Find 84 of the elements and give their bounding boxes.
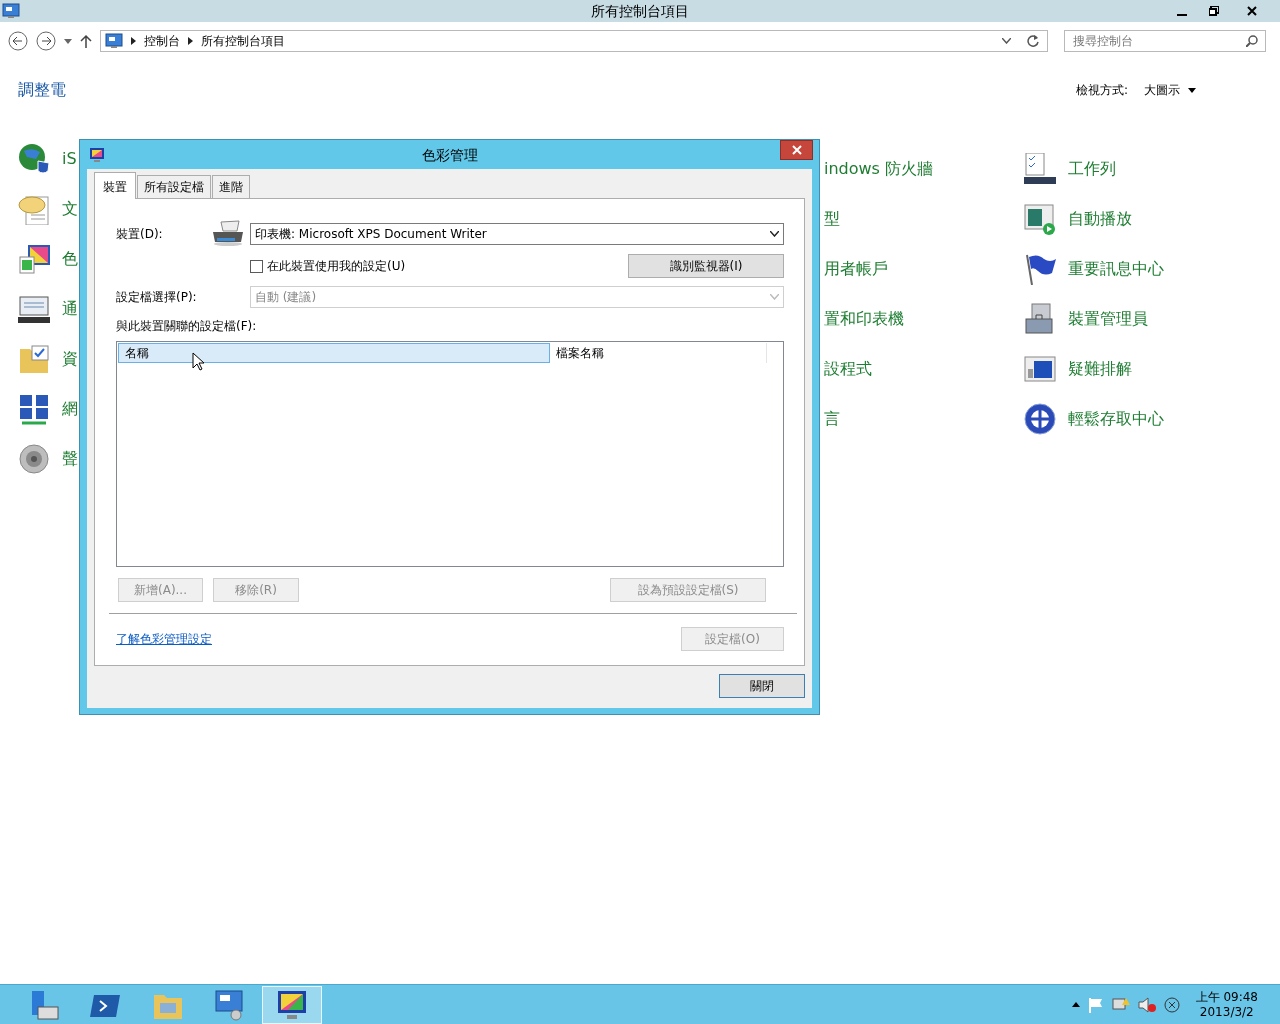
control-panel-item[interactable]: 疑難排解: [1068, 357, 1132, 381]
caret-icon: [1188, 87, 1196, 93]
monitor-icon: [276, 988, 308, 1021]
taskbar-button[interactable]: [262, 985, 322, 1024]
close-button[interactable]: [780, 140, 813, 160]
device-dropdown[interactable]: 印表機: Microsoft XPS Document Writer: [250, 223, 784, 245]
back-button[interactable]: [8, 31, 28, 51]
close-icon: [1247, 6, 1257, 16]
toolbox-icon: [1024, 303, 1056, 335]
network-icon: [18, 393, 50, 425]
view-by-label: 檢視方式:: [1075, 82, 1128, 99]
color-swatch-icon: [18, 243, 50, 275]
control-panel-icon: [105, 33, 123, 49]
tab[interactable]: 裝置: [94, 172, 136, 199]
control-panel-item[interactable]: 色: [62, 247, 78, 271]
refresh-icon[interactable]: [1027, 35, 1039, 47]
printer-icon: [211, 220, 245, 248]
control-panel-item[interactable]: 置和印表機: [824, 307, 904, 331]
caret-up-icon[interactable]: [1071, 1002, 1080, 1007]
control-panel-item[interactable]: 裝置管理員: [1068, 307, 1148, 331]
chevron-icon: [131, 37, 136, 45]
globe-icon: [18, 143, 50, 175]
checklist-icon: [1024, 153, 1056, 185]
chevron-icon: [188, 37, 193, 45]
control-panel-item[interactable]: 工作列: [1068, 157, 1116, 181]
control-panel-item[interactable]: 設程式: [824, 357, 872, 381]
field-label: 裝置(D):: [116, 226, 164, 243]
caret-icon: [770, 231, 779, 237]
folder-icon: [18, 343, 50, 375]
view-by-dropdown[interactable]: 大圖示: [1144, 81, 1196, 99]
tab[interactable]: 進階: [212, 175, 250, 198]
search-field[interactable]: 搜尋控制台: [1064, 30, 1266, 52]
control-panel-item[interactable]: 重要訊息中心: [1068, 257, 1164, 281]
control-panel-item[interactable]: 用者帳戶: [824, 257, 888, 281]
search-icon[interactable]: [1246, 35, 1258, 47]
control-panel-item[interactable]: iS: [62, 147, 77, 171]
control-panel-icon: [214, 988, 246, 1021]
control-panel-item[interactable]: 輕鬆存取中心: [1068, 407, 1164, 431]
dropdown-caret-icon[interactable]: [1002, 38, 1011, 44]
minimize-icon: [1177, 14, 1187, 16]
network-warning-icon[interactable]: [1111, 996, 1130, 1013]
close-circle-icon[interactable]: [1163, 996, 1180, 1013]
cursor-icon: [192, 352, 204, 371]
checkbox[interactable]: 在此裝置使用我的設定(U): [250, 257, 406, 275]
autoplay-icon: [1024, 203, 1056, 235]
list-label: 與此裝置關聯的設定檔(F):: [116, 318, 258, 335]
dialog-title: 色彩管理: [421, 146, 478, 165]
control-panel-item[interactable]: indows 防火牆: [824, 157, 934, 181]
page-heading: 調整電: [18, 79, 66, 101]
control-panel-item[interactable]: 通: [62, 297, 78, 321]
column-header[interactable]: 名稱: [118, 343, 550, 363]
control-panel-item[interactable]: 自動播放: [1068, 207, 1132, 231]
forward-button[interactable]: [36, 31, 56, 51]
speaker-icon: [18, 443, 50, 475]
field-label: 設定檔選擇(P):: [116, 289, 198, 306]
control-panel-item[interactable]: 文: [62, 197, 78, 221]
identify-monitor-button[interactable]: 識別監視器(I): [628, 254, 784, 278]
close-icon: [791, 145, 802, 155]
caret-icon: [770, 294, 779, 300]
restore-icon: [1209, 6, 1219, 16]
breadcrumb[interactable]: 所有控制台項目: [201, 32, 285, 50]
clock[interactable]: 上午 09:48 2013/3/2: [1195, 989, 1258, 1020]
control-panel-icon: [2, 3, 20, 19]
speaker-muted-icon[interactable]: [1137, 996, 1156, 1013]
address-field[interactable]: 控制台 所有控制台項目: [100, 30, 1048, 52]
control-panel-item[interactable]: 資: [62, 347, 78, 371]
monitor-icon: [1024, 353, 1056, 385]
window-title: 所有控制台項目: [591, 1, 689, 21]
tab[interactable]: 所有設定檔: [137, 175, 211, 198]
breadcrumb[interactable]: 控制台: [144, 32, 180, 50]
access-icon: [1024, 403, 1056, 435]
flag-icon: [1024, 253, 1056, 285]
control-panel-item[interactable]: 型: [824, 207, 840, 231]
control-panel-item[interactable]: 網: [62, 397, 78, 421]
monitor-icon: [89, 146, 105, 163]
recent-pages-button[interactable]: [64, 38, 72, 44]
speech-bubble-icon: [18, 193, 50, 225]
control-panel-item[interactable]: 聲: [62, 447, 78, 471]
display-icon: [18, 293, 50, 325]
column-header[interactable]: 檔案名稱: [550, 343, 767, 363]
up-button[interactable]: [80, 34, 92, 48]
control-panel-item[interactable]: 言: [824, 407, 840, 431]
dialog-close-button[interactable]: 關閉: [719, 674, 805, 698]
help-link[interactable]: 了解色彩管理設定: [116, 630, 212, 648]
